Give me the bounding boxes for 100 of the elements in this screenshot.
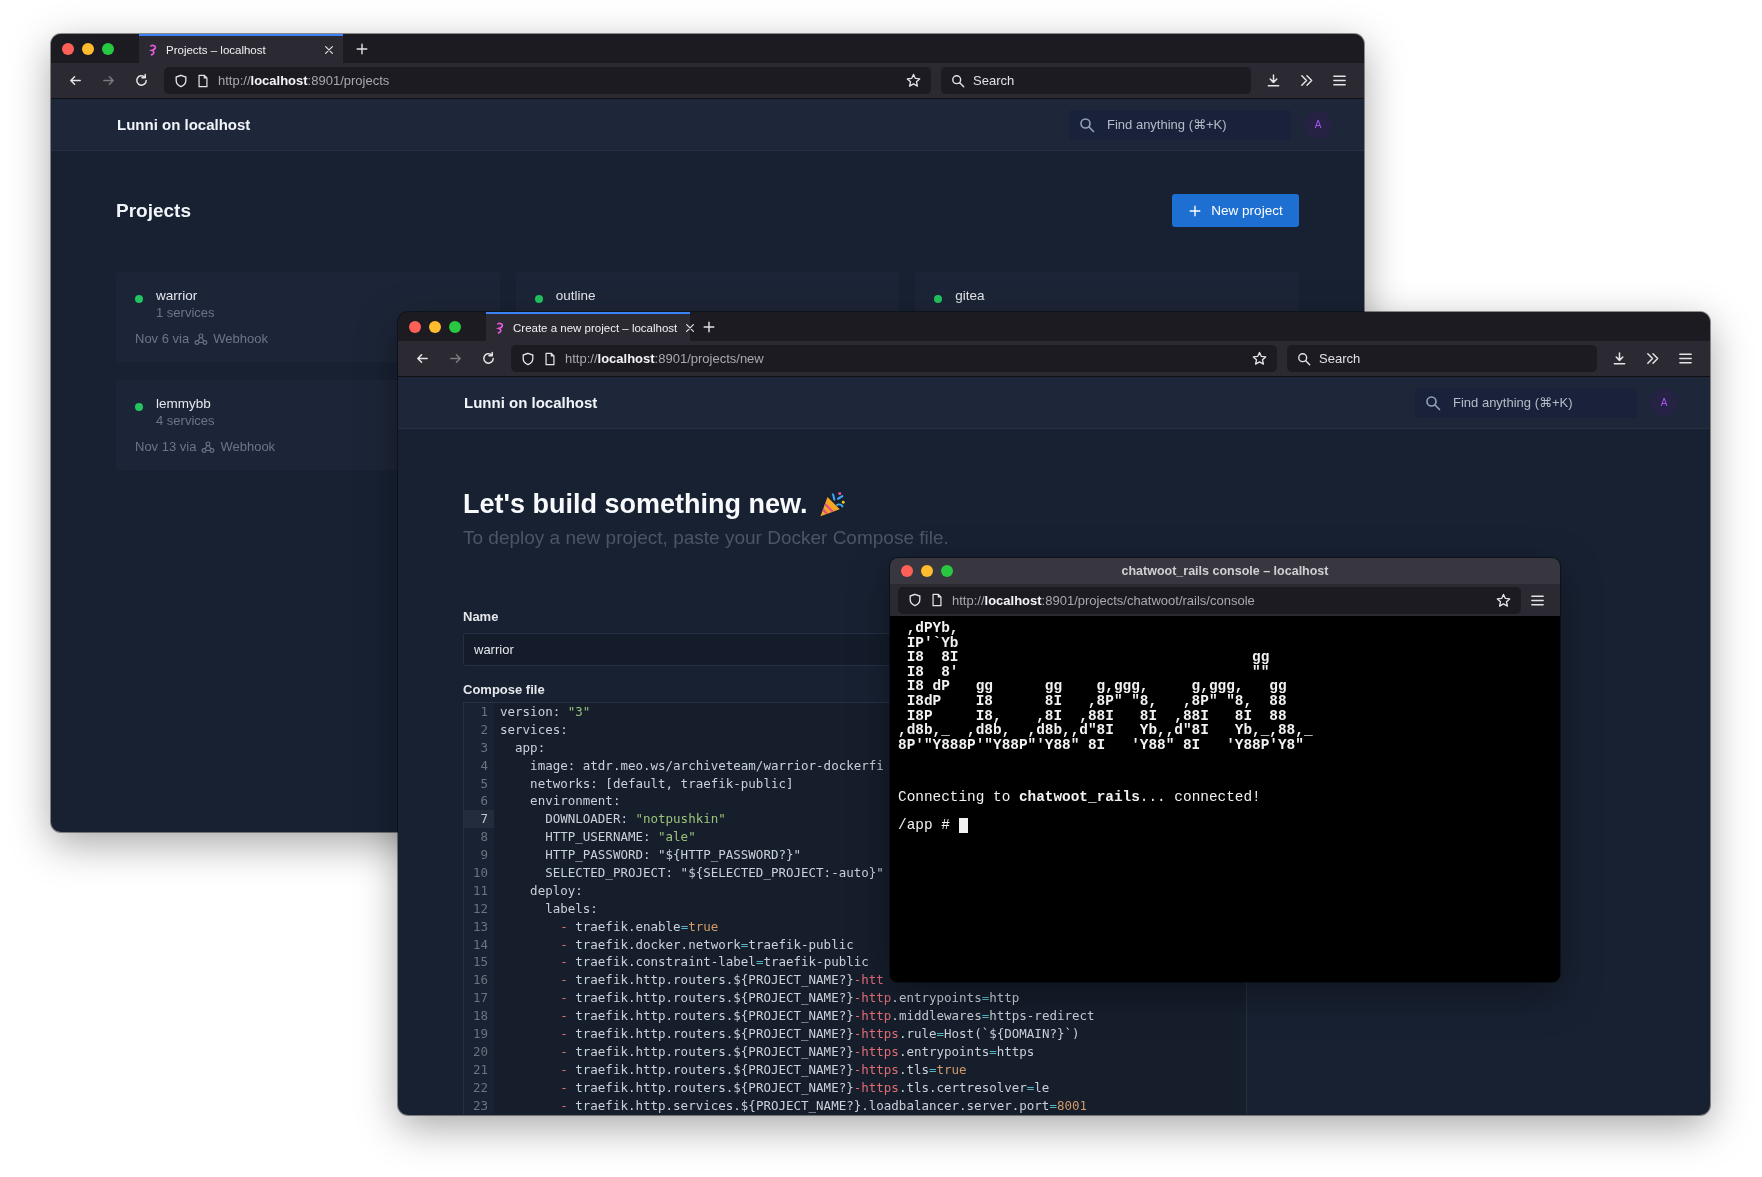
logo-icon: [494, 320, 506, 335]
code-line: SELECTED_PROJECT: "${SELECTED_PROJECT:-auto}": [544, 864, 884, 882]
code-line: HTTP_PASSWORD: "${HTTP_PASSWORD?}": [544, 846, 802, 864]
line-number: 8: [464, 828, 494, 847]
minimize-window-button[interactable]: [921, 565, 933, 577]
code-line: - traefik.http.routers.${PROJECT_NAME?}-htt: [559, 971, 884, 990]
line-number: 17: [464, 989, 494, 1008]
field-label: Name: [463, 608, 499, 626]
window-title: chatwoot_rails console – localhost: [1120, 564, 1330, 578]
avatar[interactable]: A: [1304, 110, 1332, 139]
download-icon[interactable]: [1266, 73, 1281, 88]
service-count: 4 services: [155, 412, 216, 430]
app-title[interactable]: Lunni on localhost: [464, 394, 598, 411]
new-tab-icon[interactable]: [355, 41, 369, 56]
trigger-label: Webhook: [220, 438, 276, 456]
page-icon: [196, 73, 210, 88]
search-placeholder: Search: [973, 73, 1015, 88]
close-tab-icon[interactable]: [323, 43, 335, 56]
search-placeholder: Search: [1319, 351, 1361, 366]
search-icon: [1425, 394, 1441, 411]
find-field[interactable]: Find anything (⌘+K): [1415, 387, 1637, 418]
logo-icon: [147, 42, 159, 57]
download-icon[interactable]: [1612, 351, 1627, 366]
search-icon: [951, 73, 965, 88]
page-title: Projects: [116, 199, 191, 222]
search-field[interactable]: Search: [1287, 345, 1597, 372]
close-window-button[interactable]: [901, 565, 913, 577]
zoom-window-button[interactable]: [102, 42, 114, 55]
search-icon: [1079, 116, 1095, 133]
code-line: - traefik.http.routers.${PROJECT_NAME?}-http.middlewares=https-redirect: [559, 1007, 1095, 1026]
close-window-button[interactable]: [409, 320, 421, 333]
app-title[interactable]: Lunni on localhost: [117, 116, 251, 133]
minimize-window-button[interactable]: [429, 320, 441, 333]
double-chevron-icon[interactable]: [1299, 73, 1314, 88]
menu-icon[interactable]: [1332, 73, 1347, 88]
code-line: - traefik.docker.network=traefik-public: [559, 935, 854, 954]
text-cursor: [958, 817, 968, 833]
url-text: http://localhost:8901/projects/chatwoot/rails/console: [952, 592, 1256, 608]
line-number: 15: [464, 953, 494, 972]
name-input-field[interactable]: warrior: [463, 633, 890, 666]
code-line: DOWNLOADER: "notpushkin": [544, 810, 726, 829]
code-line: - traefik.http.routers.${PROJECT_NAME?}-https.tls=true: [559, 1060, 967, 1079]
code-line: - traefik.enable=true: [559, 917, 719, 936]
deploy-date: Nov 13 via: [135, 438, 197, 456]
code-line: - traefik.http.routers.${PROJECT_NAME?}-http.entrypoints=http: [559, 989, 1020, 1008]
back-arrow-icon[interactable]: [415, 351, 430, 366]
line-number: 10: [464, 864, 494, 882]
double-chevron-icon[interactable]: [1645, 351, 1660, 366]
code-line: - traefik.http.routers.${PROJECT_NAME?}-https.rule=Host(`${DOMAIN?}`): [559, 1025, 1080, 1043]
webhook-icon: [201, 440, 216, 454]
code-line: - traefik.http.routers.${PROJECT_NAME?}-https.entrypoints=https: [559, 1042, 1035, 1061]
shield-icon: [521, 351, 535, 366]
line-number: 18: [464, 1007, 494, 1026]
bookmark-star-icon[interactable]: [906, 73, 921, 88]
line-number: 16: [464, 971, 494, 990]
back-arrow-icon[interactable]: [68, 73, 83, 88]
code-line: environment:: [529, 792, 621, 811]
reload-icon[interactable]: [481, 351, 496, 366]
close-tab-icon[interactable]: [684, 321, 697, 334]
address-bar[interactable]: http://localhost:8901/projects/new: [511, 345, 1277, 372]
shield-icon: [174, 73, 188, 88]
reload-icon[interactable]: [134, 73, 149, 88]
deploy-date: Nov 6 via: [135, 330, 190, 348]
code-line: image: atdr.meo.ws/archiveteam/warrior-dockerfi: [529, 756, 884, 775]
search-field[interactable]: Search: [941, 67, 1251, 94]
address-bar[interactable]: http://localhost:8901/projects/chatwoot/rails/console: [898, 586, 1521, 614]
code-line: services:: [499, 720, 568, 739]
new-tab-icon[interactable]: [702, 319, 716, 334]
address-bar[interactable]: http://localhost:8901/projects: [164, 67, 931, 94]
find-field[interactable]: Find anything (⌘+K): [1069, 109, 1291, 140]
field-label: Compose file: [463, 681, 545, 699]
new-project-button[interactable]: New project: [1172, 194, 1299, 227]
browser-tab[interactable]: Projects – localhost: [139, 34, 343, 63]
code-line: app:: [514, 738, 546, 757]
project-name: outline: [555, 287, 596, 303]
bookmark-star-icon[interactable]: [1252, 351, 1267, 366]
project-name: lemmybb: [156, 395, 211, 411]
line-number: 9: [464, 846, 494, 864]
page-icon: [543, 351, 557, 366]
project-name: warrior: [156, 287, 198, 303]
close-window-button[interactable]: [62, 42, 74, 55]
page-heading: Let's build something new.: [463, 488, 808, 520]
search-icon: [1297, 351, 1311, 366]
line-number: 7: [464, 810, 494, 829]
zoom-window-button[interactable]: [941, 565, 953, 577]
webhook-icon: [194, 332, 209, 346]
avatar[interactable]: A: [1650, 388, 1678, 417]
code-line: - traefik.http.services.${PROJECT_NAME?}.loadbalancer.server.port=8001: [559, 1096, 1087, 1115]
code-line: networks: [default, traefik-public]: [529, 774, 794, 793]
code-line: - traefik.http.routers.${PROJECT_NAME?}-https.tls.certresolver=le: [559, 1078, 1050, 1097]
zoom-window-button[interactable]: [449, 320, 461, 333]
url-text: http://localhost:8901/projects/new: [565, 351, 765, 366]
shield-icon: [908, 593, 922, 607]
plus-icon: [1188, 203, 1203, 218]
code-line: labels:: [544, 899, 598, 918]
minimize-window-button[interactable]: [82, 42, 94, 55]
service-count: 1 services: [155, 304, 216, 322]
bookmark-star-icon[interactable]: [1496, 592, 1511, 608]
shell-prompt: /app #: [898, 816, 950, 835]
menu-icon[interactable]: [1678, 351, 1693, 366]
